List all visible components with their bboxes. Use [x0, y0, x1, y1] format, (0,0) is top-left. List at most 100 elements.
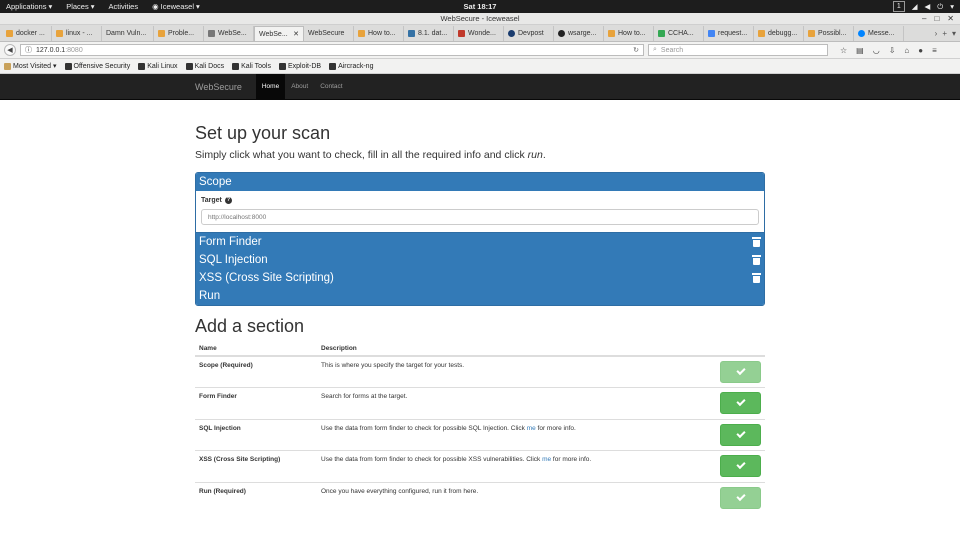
tab[interactable]: Proble... [154, 26, 204, 41]
clock[interactable]: Sat 18:17 [464, 2, 497, 11]
network-icon[interactable]: ◢ [912, 2, 918, 11]
downloads-icon[interactable]: ⇩ [889, 46, 896, 55]
add-sql-injection-button[interactable] [720, 423, 761, 446]
tab[interactable]: Damn Vuln... [102, 26, 154, 41]
trash-icon[interactable] [752, 255, 761, 265]
nav-contact[interactable]: Contact [314, 74, 348, 100]
back-button[interactable]: ◀ [4, 44, 16, 56]
tab[interactable]: wsarge... [554, 26, 604, 41]
add-xss-button[interactable] [720, 455, 761, 477]
bookmark-most-visited[interactable]: Most Visited ▾ [4, 62, 57, 70]
tab[interactable]: debugg... [754, 26, 804, 41]
tab[interactable]: How to... [604, 26, 654, 41]
tab-favicon [56, 30, 63, 37]
search-bar[interactable]: ⌕ Search [648, 44, 828, 56]
more-info-link[interactable]: me [542, 456, 551, 463]
tab[interactable]: CCHA... [654, 26, 704, 41]
url-port: :8080 [65, 46, 83, 54]
lead-main: Simply click what you want to check, fil… [195, 149, 528, 161]
bookmark-kali-docs[interactable]: Kali Docs [185, 62, 224, 70]
tab-active[interactable]: WebSe... ✕ [254, 26, 304, 41]
bookmark-star-icon[interactable]: ☆ [840, 46, 847, 55]
tab[interactable]: linux - ... [52, 26, 102, 41]
table-row: SQL Injection Use the data from form fin… [195, 418, 765, 451]
tab[interactable]: WebSecure [304, 26, 354, 41]
main-content: Set up your scan Simply click what you w… [195, 121, 765, 514]
search-icon: ⌕ [653, 46, 657, 53]
section-description: Search for forms at the target. [317, 387, 715, 419]
table-row: Form Finder Search for forms at the targ… [195, 387, 765, 419]
close-icon[interactable]: ✕ [947, 13, 954, 25]
tab-label: How to... [368, 30, 396, 37]
volume-icon[interactable]: ◀ [925, 2, 931, 11]
add-form-finder-button[interactable] [720, 392, 761, 414]
tab[interactable]: 8.1. dat... [404, 26, 454, 41]
new-tab-icon[interactable]: + [942, 29, 947, 38]
section-description: Use the data from form finder to check f… [317, 418, 715, 451]
question-icon[interactable]: ? [224, 197, 232, 204]
scan-section-sql-injection[interactable]: SQL Injection [196, 251, 764, 269]
reload-icon[interactable]: ↻ [633, 46, 639, 54]
tab-favicon [508, 30, 515, 37]
power-icon[interactable]: ⏻ [937, 2, 943, 12]
tab-list-icon[interactable]: ▾ [952, 29, 956, 38]
app-menu[interactable]: ◉ Iceweasel ▾ [152, 2, 200, 11]
table-row: Scope (Required) This is where you speci… [195, 355, 765, 388]
workspace-indicator[interactable]: 1 [892, 1, 905, 12]
tab[interactable]: Messe... [854, 26, 904, 41]
chat-icon[interactable]: ● [918, 46, 923, 55]
description-text: Search for forms at the target. [321, 393, 408, 400]
bookmark-exploit-db[interactable]: Exploit-DB [278, 62, 321, 70]
nav-about[interactable]: About [285, 74, 314, 100]
bookmark-kali-tools[interactable]: Kali Tools [232, 62, 271, 70]
trash-icon[interactable] [752, 273, 761, 283]
brand-link[interactable]: WebSecure [195, 82, 242, 92]
tab[interactable]: Devpost [504, 26, 554, 41]
description-end: for more info. [551, 456, 592, 463]
url-bar[interactable]: ⓘ 127.0.0.1:8080 ↻ [20, 44, 644, 56]
bookmark-aircrack-ng[interactable]: Aircrack-ng [329, 62, 373, 70]
reading-list-icon[interactable]: ▤ [856, 46, 864, 55]
tab[interactable]: Wonde... [454, 26, 504, 41]
tab-favicon [808, 30, 815, 37]
run-section[interactable]: Run [196, 287, 764, 305]
scan-section-xss[interactable]: XSS (Cross Site Scripting) [196, 269, 764, 287]
bookmark-kali-linux[interactable]: Kali Linux [138, 62, 178, 70]
trash-icon[interactable] [752, 237, 761, 247]
tab-close-icon[interactable]: ✕ [293, 30, 299, 38]
applications-menu[interactable]: Applications ▾ [6, 2, 52, 11]
tab-favicon [658, 30, 665, 37]
tab[interactable]: How to... [354, 26, 404, 41]
tab-label: How to... [618, 30, 646, 37]
site-info-icon[interactable]: ⓘ [25, 45, 32, 55]
home-icon[interactable]: ⌂ [904, 46, 909, 55]
check-icon [736, 491, 746, 501]
tab[interactable]: Possibl... [804, 26, 854, 41]
more-info-link[interactable]: me [527, 425, 536, 432]
target-input[interactable] [201, 209, 759, 225]
places-menu[interactable]: Places ▾ [66, 2, 94, 11]
bookmark-label: Offensive Security [73, 62, 131, 70]
tab-favicon [458, 30, 465, 37]
chevron-down-icon[interactable]: ▾ [950, 2, 954, 11]
activities-button[interactable]: Activities [109, 2, 139, 11]
tab-label: request... [718, 30, 748, 37]
tab-scroll-right-icon[interactable]: › [935, 29, 938, 38]
bookmark-offensive-security[interactable]: Offensive Security [64, 62, 131, 70]
add-run-button[interactable] [720, 486, 761, 509]
nav-home[interactable]: Home [255, 73, 286, 100]
minimize-icon[interactable]: – [922, 13, 926, 25]
exploit-db-icon [278, 62, 286, 70]
tab-strip: docker ... linux - ... Damn Vuln... Prob… [0, 25, 960, 42]
offsec-icon [64, 62, 72, 70]
scan-section-form-finder[interactable]: Form Finder [196, 233, 764, 251]
maximize-icon[interactable]: □ [934, 13, 939, 25]
gnome-top-bar: Applications ▾ Places ▾ Activities ◉ Icewea… [0, 0, 960, 13]
tab[interactable]: WebSe... [204, 26, 254, 41]
tab[interactable]: docker ... [2, 26, 52, 41]
kali-icon [232, 62, 240, 70]
tab[interactable]: request... [704, 26, 754, 41]
add-scope-button[interactable] [720, 361, 761, 383]
pocket-icon[interactable]: ◡ [873, 46, 880, 55]
menu-icon[interactable]: ≡ [932, 46, 937, 55]
